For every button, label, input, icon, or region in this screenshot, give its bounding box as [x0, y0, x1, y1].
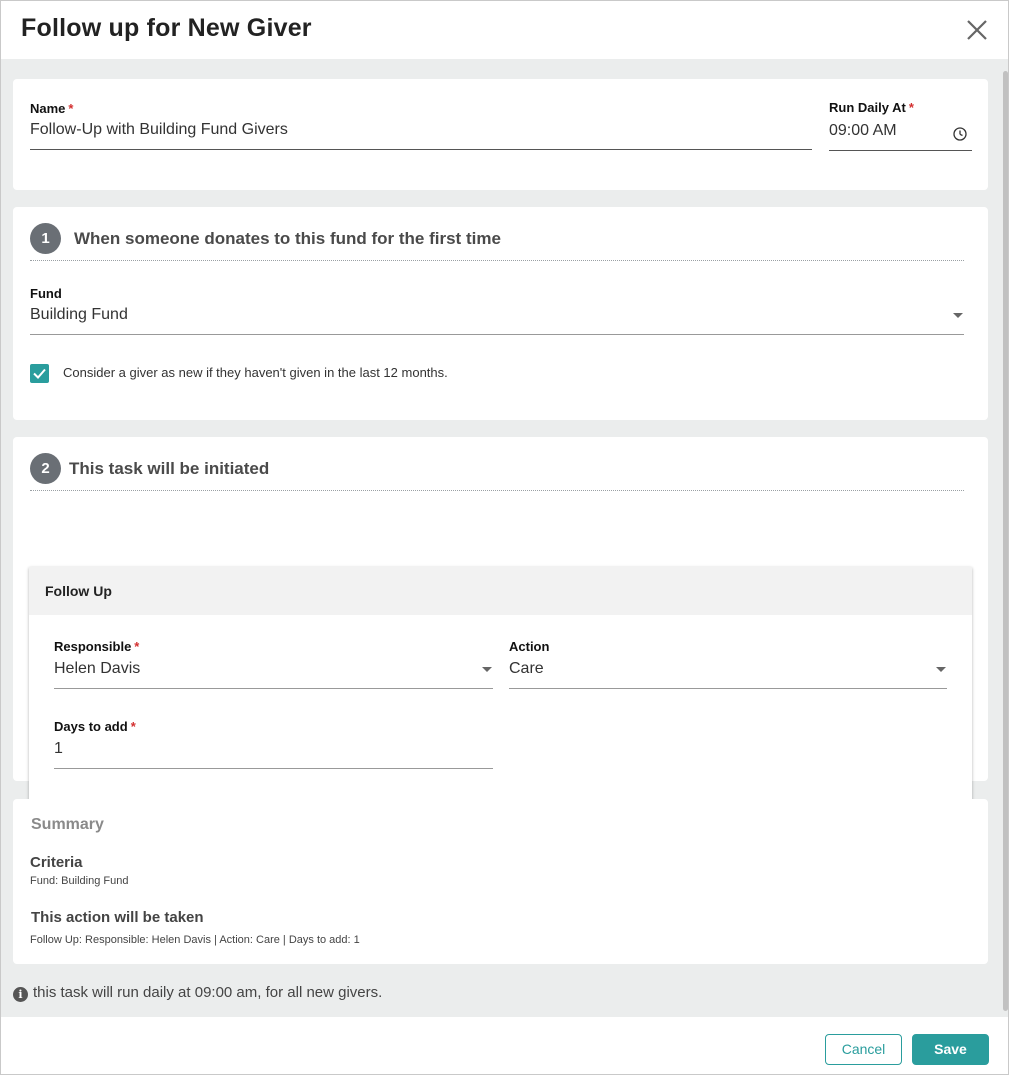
action-heading: This action will be taken: [31, 909, 204, 926]
criteria-text: Fund: Building Fund: [30, 875, 129, 887]
scrollbar[interactable]: [1003, 71, 1008, 1011]
action-select[interactable]: Care: [509, 660, 544, 678]
action-underline: [509, 688, 947, 689]
checkmark-icon: [33, 368, 46, 379]
cancel-button[interactable]: Cancel: [825, 1034, 902, 1065]
follow-up-dialog: Follow up for New Giver Name * Follow-Up …: [0, 0, 1009, 1075]
follow-up-task-title: Follow Up: [45, 583, 112, 599]
new-giver-checkbox-label: Consider a giver as new if they haven't …: [63, 365, 448, 380]
step2-badge: 2: [30, 453, 61, 484]
step2-title: This task will be initiated: [69, 459, 270, 478]
responsible-select[interactable]: Helen Davis: [54, 660, 140, 678]
name-label: Name *: [30, 101, 74, 116]
fund-underline: [30, 334, 964, 335]
dialog-header: Follow up for New Giver: [1, 1, 1008, 59]
info-icon: i: [13, 987, 28, 1002]
name-input-underline: [30, 149, 812, 150]
responsible-underline: [54, 688, 493, 689]
info-note: i this task will run daily at 09:00 am, f…: [13, 984, 382, 1002]
step1-card: 1 When someone donates to this fund for …: [13, 207, 988, 420]
step2-divider: [30, 490, 964, 491]
criteria-heading: Criteria: [30, 854, 83, 871]
info-text: this task will run daily at 09:00 am, fo…: [33, 984, 383, 1001]
action-label: Action: [509, 639, 550, 654]
step1-title: When someone donates to this fund for th…: [74, 229, 501, 248]
save-button[interactable]: Save: [912, 1034, 989, 1065]
fund-select[interactable]: Building Fund: [30, 306, 128, 324]
summary-card: Summary Criteria Fund: Building Fund Thi…: [13, 799, 988, 964]
run-daily-underline: [829, 150, 972, 151]
follow-up-task-card: Follow Up Responsible * Helen Davis Actio…: [29, 567, 972, 807]
responsible-chevron-down-icon[interactable]: [482, 667, 492, 672]
step1-badge: 1: [30, 223, 61, 254]
new-giver-checkbox[interactable]: [30, 364, 49, 383]
step1-divider: [30, 260, 964, 261]
dialog-footer: Cancel Save: [1, 1017, 1008, 1074]
days-to-add-input[interactable]: 1: [54, 740, 63, 758]
fund-label: Fund: [30, 286, 62, 301]
dialog-body: Name * Follow-Up with Building Fund Giver…: [1, 59, 1008, 1017]
days-to-add-underline: [54, 768, 493, 769]
days-to-add-label: Days to add *: [54, 719, 136, 734]
run-daily-label: Run Daily At *: [829, 100, 914, 115]
dialog-title: Follow up for New Giver: [21, 14, 312, 42]
close-icon[interactable]: [963, 16, 991, 44]
run-daily-input[interactable]: 09:00 AM: [829, 122, 897, 140]
name-input[interactable]: Follow-Up with Building Fund Givers: [30, 121, 288, 139]
fund-chevron-down-icon[interactable]: [953, 313, 963, 318]
follow-up-task-header: Follow Up: [29, 567, 972, 615]
action-text: Follow Up: Responsible: Helen Davis | Ac…: [30, 934, 360, 946]
step2-card: 2 This task will be initiated Follow Up …: [13, 437, 988, 807]
clock-icon[interactable]: [952, 126, 968, 142]
action-chevron-down-icon[interactable]: [936, 667, 946, 672]
responsible-label: Responsible *: [54, 639, 140, 654]
name-card: Name * Follow-Up with Building Fund Giver…: [13, 79, 988, 190]
summary-title: Summary: [31, 816, 104, 833]
